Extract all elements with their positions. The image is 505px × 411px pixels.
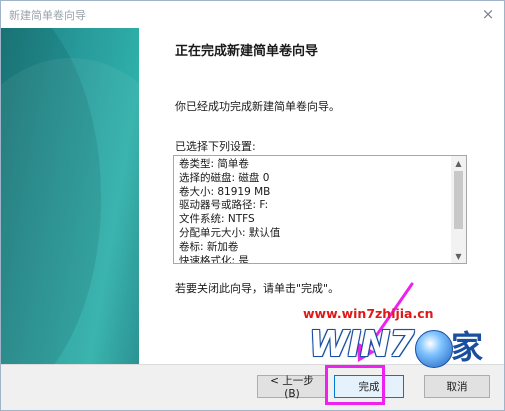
site-watermark: www.win7zhijia.cn WIN7 家 [303, 306, 503, 406]
scroll-up-icon[interactable]: ▲ [451, 156, 466, 170]
intro-text: 你已经成功完成新建简单卷向导。 [175, 100, 340, 113]
settings-list: 卷类型: 简单卷 选择的磁盘: 磁盘 0 卷大小: 81919 MB 驱动器号或… [179, 158, 449, 264]
watermark-jia: 家 [451, 328, 484, 366]
windows-orb-icon [415, 330, 453, 368]
banner-wave [1, 58, 139, 364]
settings-item: 快速格式化: 是 [179, 254, 249, 264]
title-bar: 新建简单卷向导 × [1, 1, 504, 28]
settings-item: 卷大小: 81919 MB [179, 185, 271, 198]
page-title: 正在完成新建简单卷向导 [175, 44, 319, 59]
settings-item: 文件系统: NTFS [179, 213, 255, 226]
settings-item: 选择的磁盘: 磁盘 0 [179, 171, 270, 184]
settings-label: 已选择下列设置: [175, 140, 256, 153]
wizard-banner-image [1, 28, 139, 364]
settings-item: 卷标: 新加卷 [179, 240, 239, 253]
finish-hint-text: 若要关闭此向导，请单击"完成"。 [175, 282, 340, 295]
settings-item: 分配单元大小: 默认值 [179, 226, 281, 239]
settings-textbox[interactable]: 卷类型: 简单卷 选择的磁盘: 磁盘 0 卷大小: 81919 MB 驱动器号或… [173, 155, 467, 264]
watermark-url: www.win7zhijia.cn [303, 306, 434, 321]
settings-item: 卷类型: 简单卷 [179, 158, 249, 170]
settings-item: 驱动器号或路径: F: [179, 199, 269, 212]
watermark-logo: WIN7 [309, 324, 414, 365]
close-icon[interactable]: × [476, 3, 500, 25]
vertical-scrollbar[interactable]: ▲ ▼ [451, 156, 466, 263]
scroll-thumb[interactable] [454, 171, 463, 229]
window-title: 新建简单卷向导 [9, 9, 86, 22]
scroll-down-icon[interactable]: ▼ [451, 249, 466, 263]
